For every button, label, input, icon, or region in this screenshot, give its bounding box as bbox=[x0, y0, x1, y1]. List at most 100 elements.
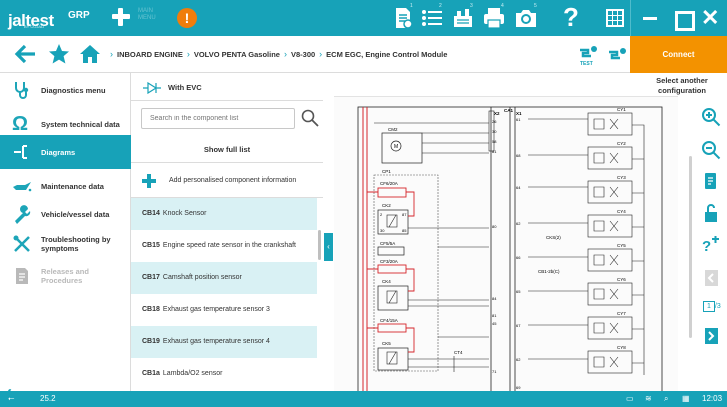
evc-label: With EVC bbox=[168, 83, 202, 92]
alert-icon[interactable]: ! bbox=[177, 8, 197, 28]
pin-x1: 62 bbox=[516, 221, 521, 226]
component-list: CB14 Knock Sensor CB15 Engine speed rate s… bbox=[131, 198, 317, 391]
diagram-icon bbox=[12, 142, 32, 162]
sidebar-item-diagrams[interactable]: Diagrams bbox=[0, 135, 131, 169]
icon-number: 3 bbox=[470, 3, 473, 9]
component-lookup-icon[interactable] bbox=[700, 171, 722, 191]
ecu-icon[interactable] bbox=[451, 6, 475, 30]
test-connector-icon[interactable]: TEST bbox=[578, 44, 600, 68]
help-icon[interactable]: ? bbox=[563, 2, 579, 32]
show-full-list-button[interactable]: Show full list bbox=[131, 137, 323, 163]
breadcrumb-item[interactable]: V8-300 bbox=[291, 50, 315, 59]
add-component-info-button[interactable]: Add personalised component information bbox=[131, 164, 323, 198]
diode-icon bbox=[143, 81, 161, 95]
sidebar-item-releases-procedures[interactable]: Releases and Procedures bbox=[0, 259, 131, 293]
relay-pin: 30 bbox=[380, 228, 385, 233]
label-cy7: CY7 bbox=[617, 311, 626, 316]
label-ct4: CT4 bbox=[454, 350, 463, 355]
grp-label: GRP bbox=[68, 10, 90, 21]
component-name: Lambda/O2 sensor bbox=[162, 369, 223, 377]
clock-label: 12:03 bbox=[702, 394, 723, 403]
zoom-in-icon[interactable] bbox=[700, 107, 722, 127]
component-code: CB17 bbox=[142, 273, 160, 281]
list-item[interactable]: CB15 Engine speed rate sensor in the cran… bbox=[131, 230, 317, 262]
unlock-icon[interactable] bbox=[700, 203, 722, 223]
evc-option[interactable]: With EVC bbox=[131, 73, 323, 101]
screen-icon[interactable]: ▭ bbox=[626, 394, 634, 403]
list-item[interactable]: CB1a Lambda/O2 sensor bbox=[131, 358, 317, 390]
collapse-panel-button[interactable]: ‹ bbox=[324, 233, 333, 261]
calendar-icon[interactable]: ▦ bbox=[682, 394, 690, 403]
connector-icon[interactable] bbox=[607, 44, 629, 68]
list-scrollbar[interactable] bbox=[318, 230, 321, 260]
sidebar-item-label: Troubleshooting by symptoms bbox=[41, 235, 111, 253]
pin-x2: 58 bbox=[492, 139, 497, 144]
stethoscope-icon bbox=[12, 80, 32, 100]
breadcrumb-item[interactable]: INBOARD ENGINE bbox=[117, 50, 183, 59]
back-arrow-icon[interactable] bbox=[14, 42, 38, 66]
favorite-star-icon[interactable] bbox=[47, 42, 71, 66]
pin-x1: 69 bbox=[516, 385, 521, 390]
sidebar-item-label: System technical data bbox=[41, 119, 120, 129]
search-icon[interactable] bbox=[301, 109, 319, 127]
maximize-button[interactable] bbox=[672, 8, 695, 31]
component-name: Knock Sensor bbox=[162, 209, 207, 217]
sidebar-item-diagnostics-menu[interactable]: Diagnostics menu bbox=[0, 73, 131, 107]
connect-button[interactable]: Connect bbox=[630, 36, 727, 73]
component-panel: With EVC Show full list Add personalised… bbox=[131, 73, 323, 391]
add-icon[interactable] bbox=[110, 6, 132, 28]
page-indicator: 1/3 bbox=[703, 301, 721, 312]
label-ca1: CA1 bbox=[504, 108, 513, 113]
document-icon bbox=[12, 266, 32, 286]
list-item[interactable]: CB19 Exhaust gas temperature sensor 4 bbox=[131, 326, 317, 358]
minimize-button[interactable] bbox=[640, 8, 660, 28]
label-cp1: CP1 bbox=[382, 169, 391, 174]
sidebar-item-label: Diagrams bbox=[41, 147, 76, 157]
list-item[interactable]: CB18 Exhaust gas temperature sensor 3 bbox=[131, 294, 317, 326]
label-cy2: CY2 bbox=[617, 141, 626, 146]
breadcrumb-item[interactable]: ECM EGC, Engine Control Module bbox=[326, 50, 447, 59]
plus-icon bbox=[142, 174, 156, 188]
home-icon[interactable] bbox=[78, 42, 102, 66]
pin-x1: 68 bbox=[516, 153, 521, 158]
svg-text:?: ? bbox=[702, 238, 711, 255]
apps-grid-icon[interactable] bbox=[606, 9, 624, 27]
component-name: Exhaust gas temperature sensor 3 bbox=[162, 305, 270, 313]
sidebar-item-troubleshooting[interactable]: Troubleshooting by symptoms bbox=[0, 227, 131, 261]
list-item[interactable]: CB17 Camshaft position sensor bbox=[131, 262, 317, 294]
component-code: CB15 bbox=[142, 241, 160, 249]
next-page-icon[interactable] bbox=[700, 326, 722, 346]
previous-page-icon[interactable] bbox=[700, 268, 722, 288]
camera-icon[interactable] bbox=[514, 6, 538, 30]
label-cy1: CY1 bbox=[617, 107, 626, 112]
pin-x2: 71 bbox=[492, 369, 497, 374]
status-bar: ⭠ 25.2 ▭ ≋ ⌕ ▦ 12:03 bbox=[0, 391, 727, 407]
document-report-icon[interactable] bbox=[391, 6, 415, 30]
component-search-input[interactable] bbox=[141, 108, 295, 129]
list-item[interactable]: CB14 Knock Sensor bbox=[131, 198, 317, 230]
help-search-icon[interactable]: ? bbox=[700, 235, 722, 255]
label-x2: X2 bbox=[494, 111, 500, 116]
pin-x1: 66 bbox=[516, 255, 521, 260]
window-controls-divider bbox=[630, 0, 631, 36]
wifi-icon[interactable]: ≋ bbox=[645, 394, 652, 403]
jaltest-logo[interactable]: jaltest BY COJALI bbox=[8, 6, 54, 30]
pin-x1: 65 bbox=[516, 289, 521, 294]
printer-icon[interactable] bbox=[482, 6, 506, 30]
page-total: /3 bbox=[714, 303, 721, 310]
page-current[interactable]: 1 bbox=[703, 301, 715, 312]
breadcrumb-item[interactable]: VOLVO PENTA Gasoline bbox=[194, 50, 280, 59]
diagram-scrollbar[interactable] bbox=[689, 156, 692, 338]
icon-number: 4 bbox=[501, 3, 504, 9]
wiring-diagram[interactable]: X2 CA1 X1 CM2 M CP1 CF6/20A CK2 2 30 87 … bbox=[334, 96, 678, 391]
logo-subtitle: BY COJALI bbox=[24, 24, 45, 29]
close-button[interactable]: ✕ bbox=[701, 7, 721, 29]
chevron-right-icon: › bbox=[186, 49, 190, 59]
label-ck2: CK2 bbox=[382, 203, 391, 208]
icon-number: 5 bbox=[534, 3, 537, 9]
breadcrumb-bar: › INBOARD ENGINE › VOLVO PENTA Gasoline … bbox=[0, 36, 727, 73]
list-icon[interactable] bbox=[420, 6, 444, 30]
zoom-out-icon[interactable] bbox=[700, 140, 722, 160]
sidebar-item-vehicle-vessel-data[interactable]: Vehicle/vessel data bbox=[0, 197, 131, 231]
search-status-icon[interactable]: ⌕ bbox=[664, 394, 668, 404]
